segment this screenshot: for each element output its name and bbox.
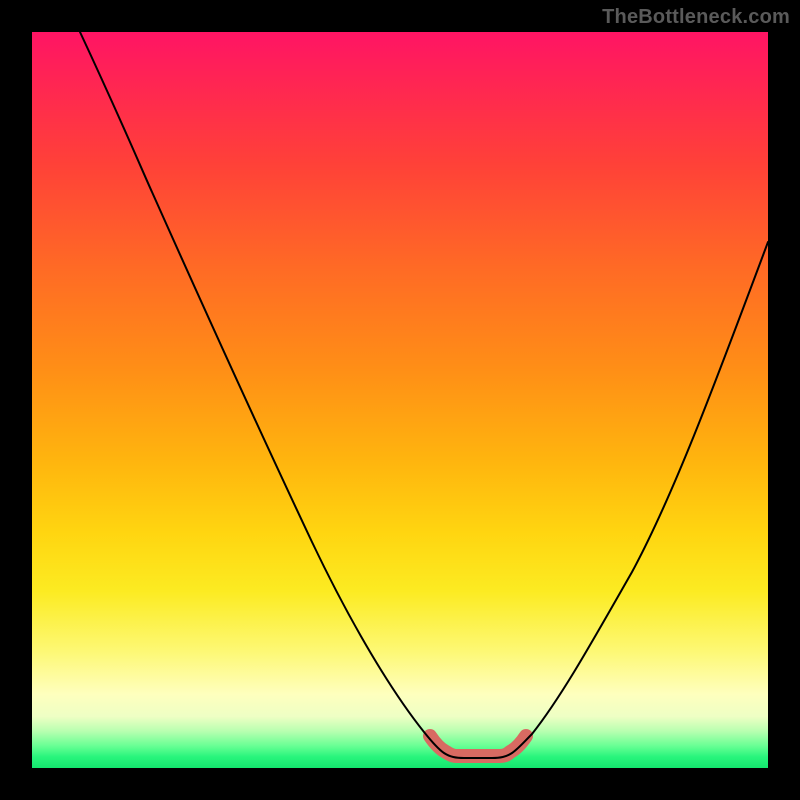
- chart-frame: TheBottleneck.com: [0, 0, 800, 800]
- curve-layer: [32, 32, 768, 768]
- black-curve-path: [80, 32, 768, 758]
- plot-area: [32, 32, 768, 768]
- watermark-text: TheBottleneck.com: [602, 6, 790, 29]
